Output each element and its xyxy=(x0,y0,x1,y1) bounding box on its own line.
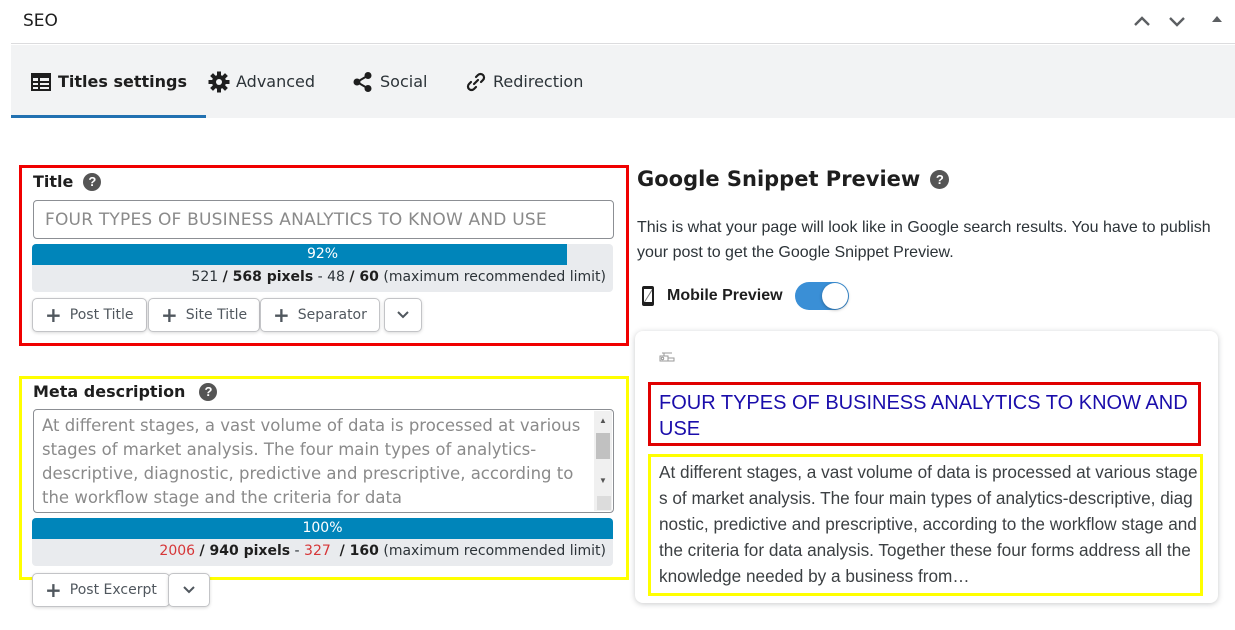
title-input-value: FOUR TYPES OF BUSINESS ANALYTICS TO KNOW… xyxy=(45,209,547,230)
plus-icon: + xyxy=(273,303,290,327)
tab-advanced[interactable]: Advanced xyxy=(208,45,315,118)
mobile-preview-label: Mobile Preview xyxy=(667,287,783,304)
title-chars-used: 48 xyxy=(327,269,345,285)
link-icon xyxy=(465,71,487,93)
resize-grip-icon[interactable] xyxy=(597,496,611,510)
title-length-meter: 92% 521 / 568 pixels - 48 / 60 (maximum … xyxy=(32,244,613,292)
button-label: Separator xyxy=(297,307,367,323)
result-title-highlight: FOUR TYPES OF BUSINESS ANALYTICS TO KNOW… xyxy=(648,382,1201,446)
title-chars-max: 60 xyxy=(359,269,379,285)
move-down-button[interactable] xyxy=(1166,10,1188,32)
panel-title: SEO xyxy=(23,11,58,31)
mobile-preview-row: Mobile Preview xyxy=(641,282,849,310)
meta-chars-used: 327 xyxy=(304,543,331,559)
meta-meter-stats: 2006 / 940 pixels - 327 / 160 (maximum r… xyxy=(159,543,606,559)
title-meter-note: (maximum recommended limit) xyxy=(383,269,606,285)
scroll-up-arrow-icon[interactable]: ▲ xyxy=(594,413,612,427)
plus-icon: + xyxy=(45,578,62,602)
title-meter-stats: 521 / 568 pixels - 48 / 60 (maximum reco… xyxy=(191,269,606,285)
help-icon[interactable]: ? xyxy=(83,172,102,191)
tab-titles-settings[interactable]: Titles settings xyxy=(11,45,206,118)
tab-label: Social xyxy=(380,72,428,91)
scroll-down-arrow-icon[interactable]: ▼ xyxy=(594,473,612,487)
meta-pixels-used: 2006 xyxy=(159,543,196,559)
gear-icon xyxy=(208,71,230,93)
meta-description-value: At different stages, a vast volume of da… xyxy=(42,416,581,507)
triangle-up-icon xyxy=(1212,16,1222,22)
tab-redirection[interactable]: Redirection xyxy=(465,45,583,118)
title-pixels-max: 568 pixels xyxy=(232,269,314,285)
snippet-description: This is what your page will look like in… xyxy=(637,219,1211,261)
add-post-title-button[interactable]: + Post Title xyxy=(32,298,147,332)
share-icon xyxy=(352,71,374,93)
snippet-preview-heading: Google Snippet Preview ? xyxy=(637,167,950,191)
plus-icon: + xyxy=(45,303,62,327)
title-label: Title ? xyxy=(33,172,102,191)
add-site-title-button[interactable]: + Site Title xyxy=(148,298,261,332)
tab-label: Titles settings xyxy=(58,72,187,91)
google-result-card: FOUR TYPES OF BUSINESS ANALYTICS TO KNOW… xyxy=(635,331,1218,603)
scrollbar-thumb[interactable] xyxy=(596,433,610,459)
meta-label-text: Meta description xyxy=(33,382,186,401)
title-meter-percent: 92% xyxy=(306,246,339,262)
button-label: Post Title xyxy=(69,307,134,323)
result-title-link[interactable]: FOUR TYPES OF BUSINESS ANALYTICS TO KNOW… xyxy=(659,390,1199,442)
help-icon[interactable]: ? xyxy=(930,169,950,189)
meta-meter-percent: 100% xyxy=(302,520,343,536)
meta-description-textarea[interactable]: At different stages, a vast volume of da… xyxy=(33,409,614,513)
result-description-highlight: At different stages, a vast volume of da… xyxy=(648,454,1203,596)
tab-label: Advanced xyxy=(236,72,316,91)
snippet-heading-text: Google Snippet Preview xyxy=(637,167,921,191)
plus-icon: + xyxy=(161,303,178,327)
tab-bar: Titles settings Advanced Social Redirect… xyxy=(11,45,1235,118)
more-meta-tags-dropdown[interactable] xyxy=(168,573,210,607)
tab-social[interactable]: Social xyxy=(352,45,427,118)
panel-header: SEO xyxy=(11,0,1235,44)
chevron-down-icon xyxy=(1169,17,1185,27)
meta-description-label: Meta description ? xyxy=(33,382,218,401)
chevron-up-icon xyxy=(1134,16,1150,26)
result-description: At different stages, a vast volume of da… xyxy=(659,462,1198,586)
button-label: Site Title xyxy=(185,307,248,323)
toggle-knob xyxy=(821,283,848,309)
chevron-down-icon xyxy=(183,586,195,594)
add-post-excerpt-button[interactable]: + Post Excerpt xyxy=(32,573,170,607)
title-label-text: Title xyxy=(33,172,74,191)
meta-length-meter: 100% 2006 / 940 pixels - 327 / 160 (maxi… xyxy=(32,518,613,566)
add-separator-button[interactable]: + Separator xyxy=(260,298,380,332)
move-up-button[interactable] xyxy=(1131,10,1153,32)
meta-meter-note: (maximum recommended limit) xyxy=(383,543,606,559)
chevron-down-icon xyxy=(397,311,409,319)
mobile-preview-toggle[interactable] xyxy=(794,282,849,310)
meta-pixels-max: 940 pixels xyxy=(209,543,291,559)
favicon-icon xyxy=(659,352,675,362)
title-input[interactable]: FOUR TYPES OF BUSINESS ANALYTICS TO KNOW… xyxy=(33,200,614,239)
table-icon xyxy=(30,71,52,93)
meta-chars-max: 160 xyxy=(349,543,379,559)
more-tags-dropdown[interactable] xyxy=(384,298,422,332)
title-pixels-used: 521 xyxy=(191,269,219,285)
help-icon[interactable]: ? xyxy=(199,382,218,401)
button-label: Post Excerpt xyxy=(69,582,157,598)
collapse-button[interactable] xyxy=(1206,10,1228,32)
mobile-phone-icon xyxy=(642,286,654,306)
tab-label: Redirection xyxy=(493,72,584,91)
